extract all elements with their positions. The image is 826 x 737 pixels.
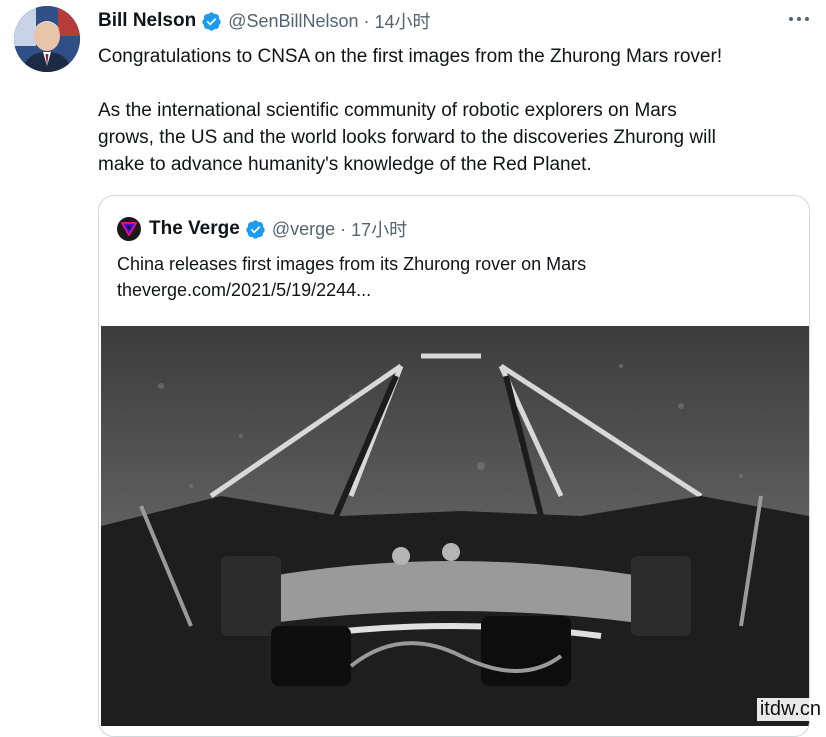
tweet-text-para2-line1: As the international scientific communit… [98, 100, 677, 121]
tweet-text-line1: Congratulations to CNSA on the first ima… [98, 46, 723, 67]
quoted-tweet-text: China releases first images from its Zhu… [117, 254, 587, 274]
more-options-button[interactable] [784, 6, 814, 32]
verified-badge-icon [201, 11, 222, 32]
more-icon [789, 17, 809, 21]
verified-badge-icon [245, 219, 266, 240]
quoted-link[interactable]: theverge.com/2021/5/19/2244... [117, 277, 797, 303]
author-handle[interactable]: @SenBillNelson [228, 11, 358, 32]
separator-dot: · [363, 10, 370, 31]
author-name[interactable]: Bill Nelson [98, 10, 196, 32]
tweet-header: Bill Nelson @SenBillNelson · 14小时 [98, 8, 431, 34]
tweet-timestamp[interactable]: 14小时 [375, 8, 431, 34]
rover-photo[interactable] [101, 326, 809, 726]
mars-rover-image [101, 326, 809, 726]
quoted-tweet-header: The Verge @verge · 17小时 [117, 216, 407, 242]
author-avatar[interactable] [14, 6, 80, 72]
separator-dot: · [340, 218, 347, 239]
avatar-photo [14, 6, 80, 72]
quoted-tweet-card[interactable]: The Verge @verge · 17小时 China releases f… [98, 195, 810, 737]
tweet-text-para2-line3: make to advance humanity's knowledge of … [98, 154, 592, 175]
verge-logo-icon [117, 217, 141, 241]
quoted-author-handle[interactable]: @verge [272, 219, 335, 240]
quoted-timestamp[interactable]: 17小时 [351, 216, 407, 242]
watermark: itdw.cn [756, 698, 824, 721]
tweet-text-para2-line2: grows, the US and the world looks forwar… [98, 127, 716, 148]
quoted-author-name[interactable]: The Verge [149, 218, 240, 240]
